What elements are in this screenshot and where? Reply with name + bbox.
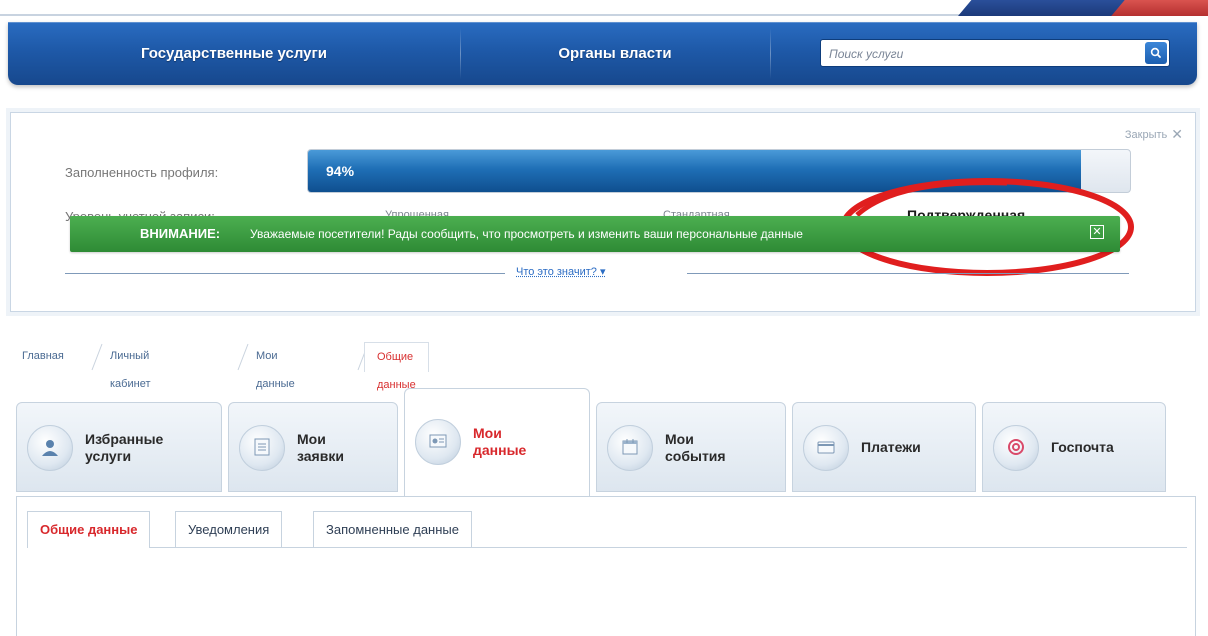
tab-label: Госпочта: [1051, 439, 1114, 455]
header-decoration: [0, 0, 1208, 22]
breadcrumb-home[interactable]: Главная: [10, 342, 76, 372]
tab-label: Платежи: [861, 439, 921, 455]
nav-separator: [770, 28, 771, 79]
tab-my-events[interactable]: Мои события: [596, 402, 786, 492]
close-label: Закрыть: [1124, 129, 1168, 141]
breadcrumb-general-data: Общие данные: [364, 342, 429, 391]
what-does-it-mean-link[interactable]: Что это значит? ▾: [516, 265, 605, 278]
search-input[interactable]: [827, 43, 1131, 65]
notice-text: Уважаемые посетители! Рады сообщить, что…: [250, 227, 803, 241]
tab-label: Мои данные: [473, 425, 527, 458]
top-navigation: Государственные услуги Органы власти: [8, 22, 1197, 85]
search-box: [820, 39, 1170, 67]
tab-my-requests[interactable]: Мои заявки: [228, 402, 398, 492]
nav-gov-services[interactable]: Государственные услуги: [8, 22, 460, 85]
breadcrumb-my-data[interactable]: Мои данные: [244, 342, 307, 390]
divider-right: [687, 273, 1129, 274]
close-panel-link[interactable]: Закрыть ✕: [1125, 126, 1183, 143]
search-icon: [1150, 47, 1161, 58]
subtab-bar: Общие данные Уведомления Запомненные дан…: [27, 507, 1187, 548]
attention-notice: ВНИМАНИЕ: Уважаемые посетители! Рады соо…: [70, 216, 1120, 252]
tab-my-data[interactable]: Мои данные: [404, 388, 590, 496]
profile-fill-label: Заполненность профиля:: [65, 165, 219, 180]
flag-stripe-red: [1111, 0, 1208, 16]
subtab-saved-data[interactable]: Запомненные данные: [313, 511, 472, 547]
tab-favorite-services[interactable]: Избранные услуги: [16, 402, 222, 492]
subtab-general-data[interactable]: Общие данные: [27, 511, 151, 548]
close-icon[interactable]: ✕: [1090, 225, 1104, 239]
divider-left: [65, 273, 505, 274]
tab-label: Мои события: [665, 431, 726, 464]
profile-progress-bar: 94%: [307, 149, 1131, 193]
tab-label: Избранные услуги: [85, 431, 164, 464]
tab-payments[interactable]: Платежи: [792, 402, 976, 492]
profile-progress-value: 94%: [326, 163, 355, 179]
profile-status-panel: Закрыть✕ Заполненность профиля: 94% Уров…: [10, 112, 1196, 312]
section-tabs: Избранные услуги Мои заявки Мои данные Мои с…: [10, 382, 1196, 636]
subtab-notifications[interactable]: Уведомления: [175, 511, 283, 547]
notice-heading: ВНИМАНИЕ:: [140, 226, 221, 241]
calendar-icon: [607, 425, 653, 471]
profile-progress-fill: [308, 150, 1081, 192]
list-icon: [239, 425, 285, 471]
tab-label: Мои заявки: [297, 431, 344, 464]
content-area: Общие данные Уведомления Запомненные дан…: [16, 496, 1196, 636]
tab-gosmail[interactable]: Госпочта: [982, 402, 1166, 492]
at-sign-icon: [993, 425, 1039, 471]
breadcrumb-cabinet[interactable]: Личный кабинет: [98, 342, 162, 390]
payment-icon: [803, 425, 849, 471]
close-icon: ✕: [1171, 126, 1183, 142]
search-button[interactable]: [1145, 42, 1167, 64]
user-icon: [27, 425, 73, 471]
nav-authorities[interactable]: Органы власти: [461, 22, 769, 85]
profile-card-icon: [415, 419, 461, 465]
